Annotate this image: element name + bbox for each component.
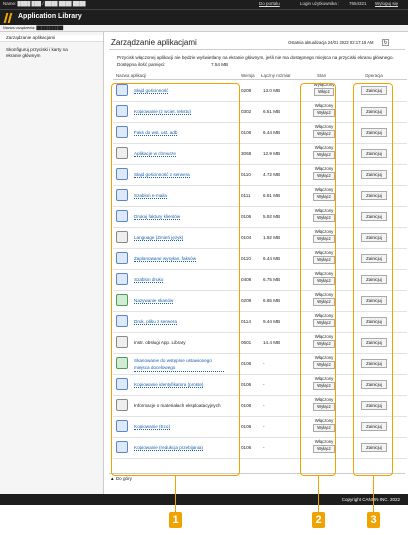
app-version: 0106 (241, 403, 252, 408)
app-version: 3068 (241, 151, 252, 156)
app-version: 0111 (241, 193, 251, 198)
app-library-logo-icon (3, 13, 13, 23)
app-size: 13.0 MB (263, 88, 281, 93)
callout-box-state (300, 83, 336, 476)
callout-line (174, 476, 177, 512)
sidebar-item-configure-buttons[interactable]: Skonfiguruj przyciski i karty na ekranie… (0, 47, 80, 59)
logout-link[interactable]: Wyloguj się (375, 1, 398, 6)
divider (109, 49, 405, 50)
app-version: 0106 (241, 445, 252, 450)
app-version: 0302 (241, 109, 252, 114)
footer: Copyright CANON INC. 2022 (0, 494, 408, 505)
app-size: 14.4 MB (263, 340, 281, 345)
app-version: 0106 (241, 130, 252, 135)
app-version: 0110 (241, 256, 251, 261)
app-version: 0104 (241, 235, 252, 240)
app-version: 0106 (241, 424, 252, 429)
app-version: 0601 (241, 340, 252, 345)
copyright: Copyright CANON INC. 2022 (341, 497, 400, 502)
app-version: 0209 (241, 298, 252, 303)
back-to-top-label: Do góry (115, 476, 132, 481)
app-title: Application Library (18, 13, 82, 20)
app-version: 0106 (241, 214, 252, 219)
app-size: - (263, 382, 265, 387)
callout-line (372, 476, 375, 512)
device-name: Nazwa urządzenia: ██████████ (3, 25, 64, 30)
app-version: 0114 (241, 319, 251, 324)
app-size: 12.9 MB (263, 151, 281, 156)
callout-line (317, 476, 320, 512)
app-size: 6.44 MB (263, 256, 281, 261)
sidebar: Zarządzanie aplikacjami Skonfiguruj przy… (0, 32, 104, 494)
device-info: Name: ████ ███ / ████ ████ ████ (3, 1, 86, 6)
app-version: 0106 (241, 382, 252, 387)
top-bar: Name: ████ ███ / ████ ████ ████ Do porta… (0, 0, 408, 9)
callout-box-operation (353, 83, 393, 476)
app-version: 0106 (241, 361, 252, 366)
app-version: 0110 (241, 172, 251, 177)
refresh-button[interactable]: ↻ (382, 39, 389, 46)
col-operation: Operacja (365, 73, 383, 78)
back-to-top-link[interactable]: ▲ Do góry (110, 476, 132, 481)
callout-box-app-list (111, 83, 240, 476)
col-version: Wersja (241, 73, 255, 78)
app-size: 6.65 MB (263, 298, 281, 303)
memory-value: 7.54 MB (211, 62, 229, 67)
app-header: Application Library (0, 9, 408, 26)
sidebar-item-manage-apps[interactable]: Zarządzanie aplikacjami (0, 35, 103, 42)
col-size: Łączny rozmiar (261, 73, 291, 78)
app-size: 6.44 MB (263, 130, 281, 135)
col-state: Stan (317, 73, 327, 78)
app-size: 9.44 MB (263, 319, 281, 324)
info-text: Przycisk włączonej aplikacji nie będzie … (117, 55, 394, 60)
app-size: - (263, 403, 265, 408)
app-version: 0408 (241, 277, 252, 282)
login-value: 7654321 (349, 1, 367, 6)
app-size: 5.92 MB (263, 214, 281, 219)
memory-label: Dostępna ilość pamięci: (117, 62, 166, 67)
app-size: 6.51 MB (263, 109, 281, 114)
app-size: - (263, 361, 265, 366)
app-size: - (263, 424, 265, 429)
portal-link[interactable]: Do portalu (259, 1, 280, 6)
callout-badge-1: 1 (169, 512, 182, 528)
col-name: Nazwa aplikacji (116, 73, 147, 78)
app-size: - (263, 445, 265, 450)
last-updated: Ostatnia aktualizacja 24/01 2022 02:17:1… (288, 40, 374, 45)
app-version: 0208 (241, 88, 252, 93)
app-size: 4.72 MB (263, 172, 281, 177)
login-label: Login użytkownika : (300, 1, 340, 6)
app-size: 6.81 MB (263, 193, 281, 198)
device-name-bar: Nazwa urządzenia: ██████████ (0, 25, 408, 32)
refresh-icon: ↻ (383, 40, 388, 46)
page-title: Zarządzanie aplikacjami (111, 38, 197, 47)
app-size: 1.92 MB (263, 235, 281, 240)
callout-badge-3: 3 (367, 512, 380, 528)
callout-badge-2: 2 (312, 512, 325, 528)
table-header: Nazwa aplikacji Wersja Łączny rozmiar St… (113, 72, 407, 80)
app-size: 6.75 MB (263, 277, 281, 282)
